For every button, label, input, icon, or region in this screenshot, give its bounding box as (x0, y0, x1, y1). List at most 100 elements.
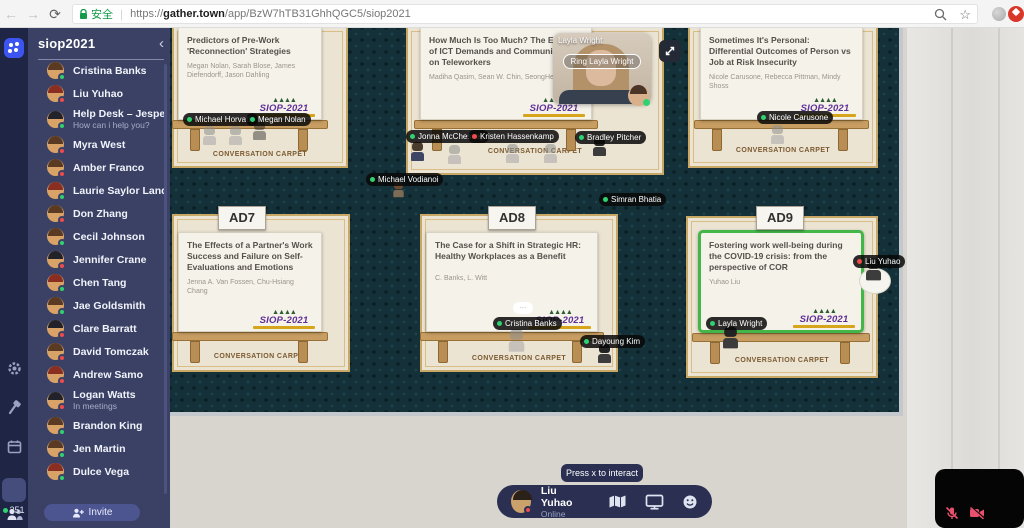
player-name-label: Dayoung Kim (580, 335, 645, 348)
avatar (47, 251, 64, 268)
scrollbar[interactable] (164, 64, 167, 494)
minimap-icon[interactable] (608, 494, 627, 509)
secure-label: 安全 (91, 6, 113, 22)
player-name-label: Nicole Carusone (757, 111, 833, 124)
back-button[interactable]: ← (0, 0, 22, 28)
status-dot (58, 122, 66, 130)
video-participant-name: Layla Wright (558, 36, 602, 45)
participant-name: Jennifer Crane (73, 254, 147, 266)
participant-row[interactable]: Clare Barratt (47, 320, 164, 337)
player-character (505, 144, 520, 164)
expand-video-button[interactable] (659, 40, 681, 62)
status-dot (250, 117, 255, 122)
build-hammer-icon[interactable] (0, 400, 28, 420)
participant-row[interactable]: David Tomczak (47, 343, 164, 360)
participant-row[interactable]: Cecil Johnson (47, 228, 164, 245)
gather-logo-icon[interactable] (4, 38, 24, 58)
participant-name: Jae Goldsmith (73, 300, 145, 312)
status-dot (58, 377, 66, 385)
self-avatar[interactable] (511, 490, 531, 513)
easel (172, 332, 328, 341)
wall-seam (998, 28, 1000, 528)
poster-board[interactable]: Sometimes It's Personal: Differential Ou… (700, 28, 863, 120)
poster-title: Fostering work well-being during the COV… (709, 240, 853, 273)
sign-ad9: AD9 (756, 206, 804, 230)
address-bar[interactable]: 安全 | https://gather.town/app/BzW7hTB31Gh… (72, 4, 978, 24)
status-dot (187, 117, 192, 122)
poster-authors: C. Banks, L. Witt (435, 274, 589, 283)
participant-row[interactable]: Dulce Vega (47, 463, 164, 480)
extension-icon[interactable] (992, 7, 1006, 21)
participant-row[interactable]: Cristina Banks (47, 62, 164, 79)
status-dot (58, 193, 66, 201)
participant-row[interactable]: Liu Yuhao (47, 85, 164, 102)
participant-row[interactable]: Brandon King (47, 417, 164, 434)
wall-seam (951, 28, 953, 528)
participant-row[interactable]: Chen Tang (47, 274, 164, 291)
poster-board[interactable]: Predictors of Pre-Work 'Reconnection' St… (178, 28, 322, 120)
participant-row[interactable]: Logan Watts In meetings (47, 389, 164, 411)
forward-button[interactable]: → (22, 0, 44, 28)
participants-panel-button[interactable] (2, 478, 26, 502)
settings-gear-icon[interactable] (0, 361, 28, 381)
extension-red-icon[interactable] (1008, 6, 1024, 22)
avatar (47, 228, 64, 245)
participant-list: Cristina Banks Liu Yuhao (28, 62, 164, 498)
player-name-label: Cristina Banks (493, 317, 562, 330)
online-count: 251 (0, 505, 28, 515)
search-icon[interactable] (934, 8, 947, 21)
status-dot (58, 428, 66, 436)
participant-name: Help Desk – Jesper (73, 108, 164, 120)
self-video-tile[interactable] (935, 469, 1024, 528)
participant-name: Myra West (73, 139, 125, 151)
participant-name: Logan Watts (73, 389, 136, 401)
avatar (47, 417, 64, 434)
participant-name: Clare Barratt (73, 323, 137, 335)
player-name-label: Liu Yuhao (853, 255, 905, 268)
reload-button[interactable]: ⟳ (44, 0, 66, 28)
player-character (770, 125, 785, 145)
avatar (47, 297, 64, 314)
participant-row[interactable]: Help Desk – Jesper How can i help you? (47, 108, 164, 130)
participant-name: Liu Yuhao (73, 88, 123, 100)
poster-title: The Effects of a Partner's Work Success … (187, 240, 313, 273)
collapse-sidebar-icon[interactable]: ‹ (159, 39, 164, 49)
status-dot (497, 321, 502, 326)
poster-board-ad7[interactable]: The Effects of a Partner's Work Success … (178, 232, 322, 332)
avatar (47, 274, 64, 291)
secure-indicator: 安全 (79, 6, 113, 22)
player-character (410, 142, 425, 162)
mic-off-icon[interactable] (945, 506, 959, 520)
interact-hint: Press x to interact (561, 464, 643, 482)
poster-authors: Megan Nolan, Sarah Blose, James Diefendo… (187, 62, 313, 80)
avatar (47, 440, 64, 457)
bookmark-star-icon[interactable]: ☆ (959, 8, 971, 21)
participant-row[interactable]: Laurie Saylor Landis (47, 182, 164, 199)
emote-smiley-icon[interactable] (682, 494, 698, 510)
participant-row[interactable]: Don Zhang (47, 205, 164, 222)
participant-row[interactable]: Andrew Samo (47, 366, 164, 383)
camera-off-icon[interactable] (969, 506, 985, 520)
player-character (202, 126, 217, 146)
status-dot (58, 354, 66, 362)
participant-row[interactable]: Jae Goldsmith (47, 297, 164, 314)
participant-row[interactable]: Jen Martin (47, 440, 164, 457)
participant-subtitle: In meetings (73, 401, 136, 411)
screenshare-icon[interactable] (645, 494, 664, 510)
browser-toolbar: ← → ⟳ 安全 | https://gather.town/app/BzW7h… (0, 0, 1024, 28)
ring-button[interactable]: Ring Layla Wright (563, 54, 641, 69)
participant-row[interactable]: Jennifer Crane (47, 251, 164, 268)
status-dot (58, 331, 66, 339)
status-dot (58, 474, 66, 482)
status-dot (643, 99, 650, 106)
participant-row[interactable]: Amber Franco (47, 159, 164, 176)
participant-subtitle: How can i help you? (73, 120, 164, 130)
participant-name: Brandon King (73, 420, 142, 432)
invite-button[interactable]: Invite (44, 504, 140, 521)
calendar-icon[interactable] (0, 439, 28, 459)
participant-name: Cecil Johnson (73, 231, 145, 243)
participant-row[interactable]: Myra West (47, 136, 164, 153)
status-dot (58, 308, 66, 316)
participant-name: Dulce Vega (73, 466, 129, 478)
player-name-label: Simran Bhatia (599, 193, 666, 206)
